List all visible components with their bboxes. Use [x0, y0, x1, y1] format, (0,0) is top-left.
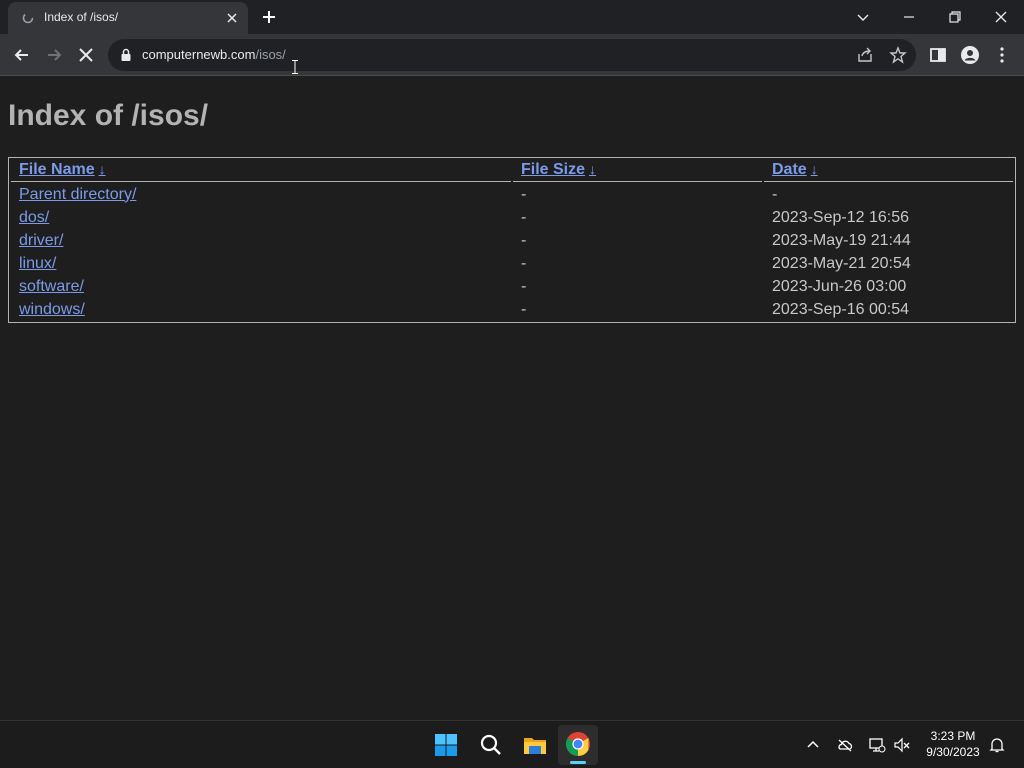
file-name-cell: Parent directory/ — [11, 184, 511, 205]
new-tab-icon[interactable] — [260, 8, 278, 26]
page-title: Index of /isos/ — [8, 99, 209, 132]
file-name-cell: software/ — [11, 276, 511, 297]
chevron-up-icon[interactable] — [804, 736, 822, 754]
volume-muted-icon[interactable] — [893, 736, 911, 754]
file-link[interactable]: dos/ — [19, 209, 49, 226]
table-row: driver/ - 2023-May-19 21:44 — [11, 230, 1013, 251]
close-window-icon[interactable] — [990, 6, 1012, 28]
column-header-date[interactable]: Date ↓ — [764, 160, 1013, 182]
network-icon[interactable] — [868, 736, 886, 754]
browser-tab[interactable]: Index of /isos/ — [8, 2, 248, 34]
file-size-cell: - — [521, 300, 527, 318]
chrome-icon — [565, 732, 590, 756]
minimize-icon[interactable] — [898, 6, 920, 28]
file-date-cell: - — [772, 185, 778, 203]
share-icon[interactable] — [856, 46, 874, 64]
table-row: linux/ - 2023-May-21 20:54 — [11, 253, 1013, 274]
windows-start-icon[interactable] — [432, 731, 460, 759]
restore-icon[interactable] — [944, 6, 966, 28]
directory-listing: File Name ↓ File Size ↓ Date ↓ Parent direc… — [8, 157, 1016, 323]
tab-title: Index of /isos/ — [44, 10, 119, 24]
url-path: /isos/ — [255, 47, 286, 62]
table-row: Parent directory/ - - — [11, 184, 1013, 205]
page-content: Index of /isos/ File Name ↓ File Size ↓ Da… — [0, 77, 1024, 720]
file-name-cell: dos/ — [11, 207, 511, 228]
clock-time: 3:23 PM — [930, 729, 976, 743]
clock-date: 9/30/2023 — [926, 745, 980, 759]
file-link[interactable]: software/ — [19, 278, 84, 295]
side-panel-icon[interactable] — [928, 45, 948, 65]
sort-by-size-link[interactable]: File Size — [521, 161, 585, 178]
browser-toolbar: computernewb.com/isos/ — [0, 34, 1024, 76]
back-icon[interactable] — [12, 45, 32, 65]
bookmark-star-icon[interactable] — [889, 46, 907, 64]
file-size-cell: - — [521, 208, 527, 226]
file-name-cell: windows/ — [11, 299, 511, 320]
loading-icon — [22, 12, 34, 24]
file-size-cell: - — [521, 277, 527, 295]
lock-icon[interactable] — [120, 48, 132, 62]
column-header-name[interactable]: File Name ↓ — [11, 160, 511, 182]
notification-bell-icon[interactable] — [988, 736, 1006, 754]
file-size-cell: - — [521, 185, 527, 203]
file-link[interactable]: linux/ — [19, 255, 56, 272]
clock[interactable]: 3:23 PM 9/30/2023 — [918, 728, 988, 760]
close-tab-icon[interactable] — [224, 10, 240, 26]
table-row: dos/ - 2023-Sep-12 16:56 — [11, 207, 1013, 228]
table-row: software/ - 2023-Jun-26 03:00 — [11, 276, 1013, 297]
text-cursor-icon — [292, 60, 298, 74]
column-header-size[interactable]: File Size ↓ — [513, 160, 762, 182]
stop-loading-icon[interactable] — [76, 45, 96, 65]
url-host: computernewb.com — [142, 47, 256, 62]
file-name-cell: linux/ — [11, 253, 511, 274]
url-text: computernewb.com/isos/ — [142, 47, 286, 62]
file-name-cell: driver/ — [11, 230, 511, 251]
forward-icon[interactable] — [44, 45, 64, 65]
file-explorer-icon[interactable] — [521, 731, 549, 759]
sort-arrow-icon[interactable]: ↓ — [589, 161, 596, 177]
tab-strip: Index of /isos/ — [0, 0, 1024, 34]
file-date-cell: 2023-Sep-16 00:54 — [772, 300, 909, 318]
sort-by-name-link[interactable]: File Name — [19, 161, 95, 178]
file-link[interactable]: driver/ — [19, 232, 63, 249]
profile-icon[interactable] — [960, 45, 980, 65]
active-indicator — [570, 761, 586, 764]
file-size-cell: - — [521, 231, 527, 249]
file-size-cell: - — [521, 254, 527, 272]
taskbar: 3:23 PM 9/30/2023 — [0, 720, 1024, 768]
menu-kebab-icon[interactable] — [992, 45, 1012, 65]
sort-arrow-icon[interactable]: ↓ — [99, 161, 106, 177]
sort-arrow-icon[interactable]: ↓ — [811, 161, 818, 177]
file-date-cell: 2023-May-19 21:44 — [772, 231, 911, 249]
file-date-cell: 2023-May-21 20:54 — [772, 254, 911, 272]
onedrive-icon[interactable] — [836, 736, 854, 754]
table-row: windows/ - 2023-Sep-16 00:54 — [11, 299, 1013, 320]
file-date-cell: 2023-Sep-12 16:56 — [772, 208, 909, 226]
tab-search-icon[interactable] — [852, 6, 874, 28]
chrome-taskbar-button[interactable] — [558, 725, 598, 765]
file-date-cell: 2023-Jun-26 03:00 — [772, 277, 907, 295]
table-header-row: File Name ↓ File Size ↓ Date ↓ — [11, 160, 1013, 182]
file-link[interactable]: Parent directory/ — [19, 186, 136, 203]
sort-by-date-link[interactable]: Date — [772, 161, 807, 178]
search-icon[interactable] — [477, 731, 505, 759]
address-bar[interactable]: computernewb.com/isos/ — [108, 39, 916, 71]
file-link[interactable]: windows/ — [19, 301, 85, 318]
